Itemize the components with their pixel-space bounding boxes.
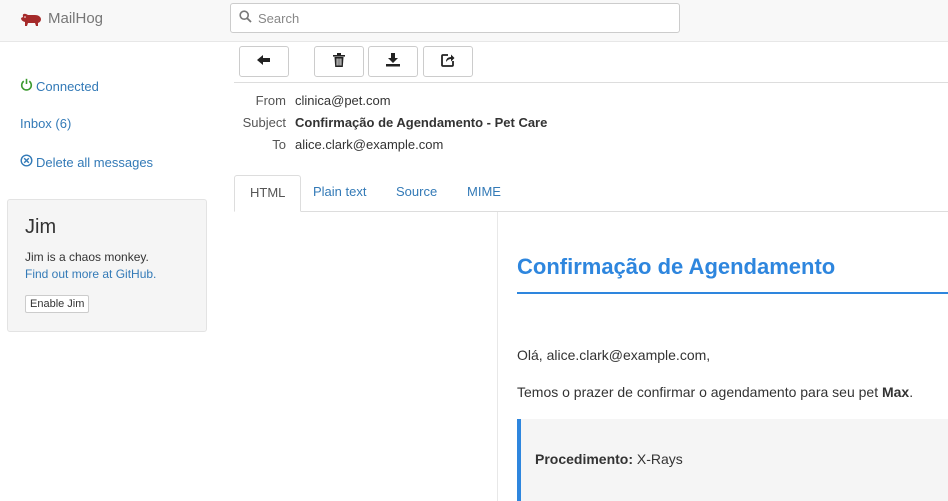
delete-message-button[interactable] bbox=[314, 46, 364, 77]
connected-label: Connected bbox=[36, 78, 99, 94]
email-body-preview: Confirmação de Agendamento Olá, alice.cl… bbox=[497, 212, 948, 501]
inbox-label: Inbox (6) bbox=[20, 116, 72, 131]
procedure-value: X-Rays bbox=[633, 451, 683, 467]
heading-rule bbox=[517, 292, 948, 294]
search-input[interactable] bbox=[258, 10, 658, 26]
brand[interactable]: MailHog bbox=[20, 10, 103, 27]
connection-status[interactable]: Connected bbox=[20, 78, 99, 94]
delete-all-messages-link[interactable]: Delete all messages bbox=[20, 154, 153, 170]
pig-logo-icon bbox=[20, 12, 42, 26]
email-greeting: Olá, alice.clark@example.com, bbox=[517, 347, 711, 363]
from-value: clinica@pet.com bbox=[295, 93, 391, 108]
remove-circle-icon bbox=[20, 154, 33, 170]
jim-title: Jim bbox=[25, 216, 57, 238]
jim-panel: Jim Jim is a chaos monkey. Find out more… bbox=[7, 199, 207, 332]
tab-mime[interactable]: MIME bbox=[452, 175, 516, 212]
delete-all-label: Delete all messages bbox=[36, 154, 154, 170]
back-arrow-icon bbox=[257, 54, 271, 69]
jim-description: Jim is a chaos monkey. bbox=[25, 250, 149, 264]
intro-text: Temos o prazer de confirmar o agendament… bbox=[517, 384, 882, 400]
from-label: From bbox=[255, 93, 286, 108]
intro-end: . bbox=[909, 384, 914, 400]
sidebar-item-inbox[interactable]: Inbox (6) bbox=[20, 116, 71, 131]
back-button[interactable] bbox=[239, 46, 289, 77]
power-icon bbox=[20, 78, 33, 94]
search-box[interactable] bbox=[230, 3, 680, 33]
to-value: alice.clark@example.com bbox=[295, 137, 444, 152]
subject-label: Subject bbox=[242, 115, 286, 130]
app-name: MailHog bbox=[48, 10, 104, 27]
tab-html[interactable]: HTML bbox=[234, 175, 302, 212]
procedure-label: Procedimento: bbox=[535, 451, 634, 467]
release-icon bbox=[441, 53, 455, 70]
download-icon bbox=[386, 53, 400, 70]
subject-value: Confirmação de Agendamento - Pet Care bbox=[295, 115, 548, 130]
release-button[interactable] bbox=[423, 46, 473, 77]
search-icon bbox=[239, 10, 252, 26]
jim-github-link[interactable]: Find out more at GitHub. bbox=[25, 266, 189, 283]
trash-icon bbox=[333, 53, 345, 70]
email-intro: Temos o prazer de confirmar o agendament… bbox=[517, 384, 913, 400]
procedure-line: Procedimento: X-Rays bbox=[535, 451, 683, 467]
procedure-box: Procedimento: X-Rays bbox=[517, 419, 948, 501]
toolbar-divider bbox=[234, 82, 948, 83]
top-navbar: MailHog bbox=[0, 0, 948, 42]
pet-name: Max bbox=[881, 384, 910, 400]
to-label: To bbox=[272, 137, 286, 152]
download-button[interactable] bbox=[368, 46, 418, 77]
tab-plain-text[interactable]: Plain text bbox=[298, 175, 381, 212]
enable-jim-button[interactable]: Enable Jim bbox=[25, 295, 90, 313]
tab-source[interactable]: Source bbox=[381, 175, 452, 212]
email-heading: Confirmação de Agendamento bbox=[517, 254, 836, 279]
